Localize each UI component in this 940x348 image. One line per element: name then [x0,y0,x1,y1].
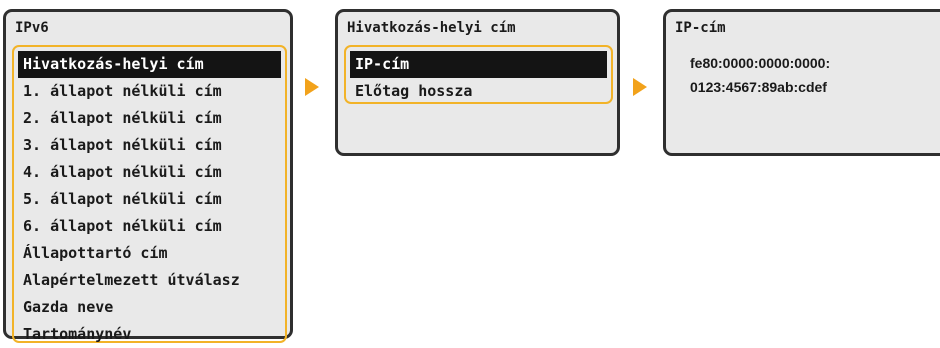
menu-item-stateless-address-2[interactable]: 2. állapot nélküli cím [18,105,281,132]
right-arrow-icon [305,78,319,96]
menu-item-domain-name[interactable]: Tartománynév [18,321,281,348]
menu-item-stateless-address-3[interactable]: 3. állapot nélküli cím [18,132,281,159]
menu-item-link-local-address[interactable]: Hivatkozás-helyi cím [18,51,281,78]
menu-list-frame: IP-cím Előtag hossza [344,45,613,104]
menu-item-stateful-address[interactable]: Állapottartó cím [18,240,281,267]
menu-list-frame: Hivatkozás-helyi cím 1. állapot nélküli … [12,45,287,343]
menu-item-prefix-length[interactable]: Előtag hossza [350,78,607,105]
ip-address-value-line-2: 0123:4567:89ab:cdef [690,79,827,95]
menu-item-default-router[interactable]: Alapértelmezett útválasz [18,267,281,294]
menu-item-stateless-address-1[interactable]: 1. állapot nélküli cím [18,78,281,105]
screen-ipv6: IPv6 Hivatkozás-helyi cím 1. állapot nél… [3,9,293,343]
right-arrow-icon [633,78,647,96]
menu-list: Hivatkozás-helyi cím 1. állapot nélküli … [18,51,281,348]
menu-item-stateless-address-6[interactable]: 6. állapot nélküli cím [18,213,281,240]
menu-item-host-name[interactable]: Gazda neve [18,294,281,321]
menu-item-stateless-address-4[interactable]: 4. állapot nélküli cím [18,159,281,186]
screen-ip-address: IP-cím fe80:0000:0000:0000: 0123:4567:89… [663,9,940,156]
screen-title: IPv6 [15,20,49,36]
menu-item-ip-address[interactable]: IP-cím [350,51,607,78]
screen-title: Hivatkozás-helyi cím [347,20,516,36]
screen-title: IP-cím [675,20,726,36]
ip-address-value-line-1: fe80:0000:0000:0000: [690,55,831,71]
screen-link-local-address: Hivatkozás-helyi cím IP-cím Előtag hossz… [335,9,620,156]
menu-item-stateless-address-5[interactable]: 5. állapot nélküli cím [18,186,281,213]
menu-list: IP-cím Előtag hossza [350,51,607,105]
